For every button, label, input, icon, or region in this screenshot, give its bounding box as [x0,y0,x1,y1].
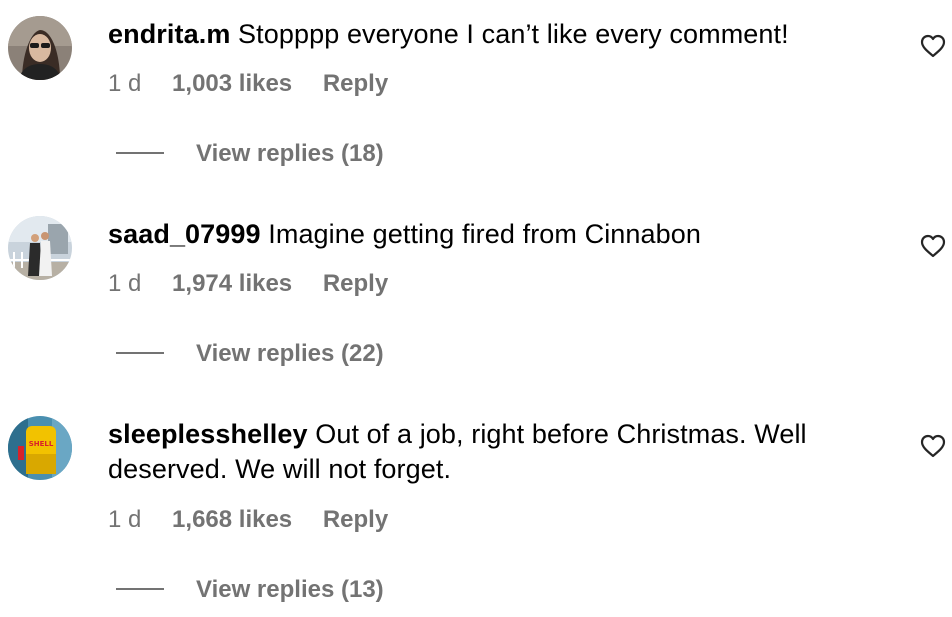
view-replies-label: View replies (13) [196,576,384,603]
comment-meta: 1 d 1,974 likes Reply [108,269,388,299]
avatar[interactable] [8,16,72,80]
comment-username[interactable]: sleeplesshelley [108,419,308,449]
avatar-woman-sunglasses-image [8,16,72,80]
comment-username[interactable]: endrita.m [108,19,230,49]
avatar-shell-text: SHELL [29,440,54,448]
view-replies-button[interactable]: View replies (13) [116,575,384,605]
comment-likes[interactable]: 1,003 likes [172,69,292,99]
reply-button[interactable]: Reply [323,69,388,99]
comment-meta: 1 d 1,003 likes Reply [108,69,388,99]
reply-button[interactable]: Reply [323,505,388,535]
view-replies-label: View replies (18) [196,140,384,167]
comment-time[interactable]: 1 d [108,269,141,299]
comment-likes[interactable]: 1,668 likes [172,505,292,535]
view-replies-label: View replies (22) [196,340,384,367]
comment-text: Stopppp everyone I can’t like every comm… [238,19,789,49]
comment-text-block: sleeplesshelley Out of a job, right befo… [108,417,868,487]
avatar[interactable]: SHELL [8,416,72,480]
comment-likes[interactable]: 1,974 likes [172,269,292,299]
view-replies-button[interactable]: View replies (18) [116,139,384,169]
reply-button[interactable]: Reply [323,269,388,299]
comment-time[interactable]: 1 d [108,69,141,99]
avatar[interactable] [8,216,72,280]
avatar-couple-photo-image [8,216,72,280]
view-replies-button[interactable]: View replies (22) [116,339,384,369]
comment-text-block: endrita.m Stopppp everyone I can’t like … [108,17,868,52]
heart-icon[interactable] [920,34,946,58]
avatar-shell-sign-image: SHELL [8,416,72,480]
replies-divider-line [116,151,164,154]
heart-icon[interactable] [920,234,946,258]
comment-meta: 1 d 1,668 likes Reply [108,505,388,535]
comment-username[interactable]: saad_07999 [108,219,261,249]
comment-time[interactable]: 1 d [108,505,141,535]
heart-icon[interactable] [920,434,946,458]
comment-text-block: saad_07999 Imagine getting fired from Ci… [108,217,868,252]
replies-divider-line [116,351,164,354]
replies-divider-line [116,587,164,590]
comment-text: Imagine getting fired from Cinnabon [268,219,701,249]
